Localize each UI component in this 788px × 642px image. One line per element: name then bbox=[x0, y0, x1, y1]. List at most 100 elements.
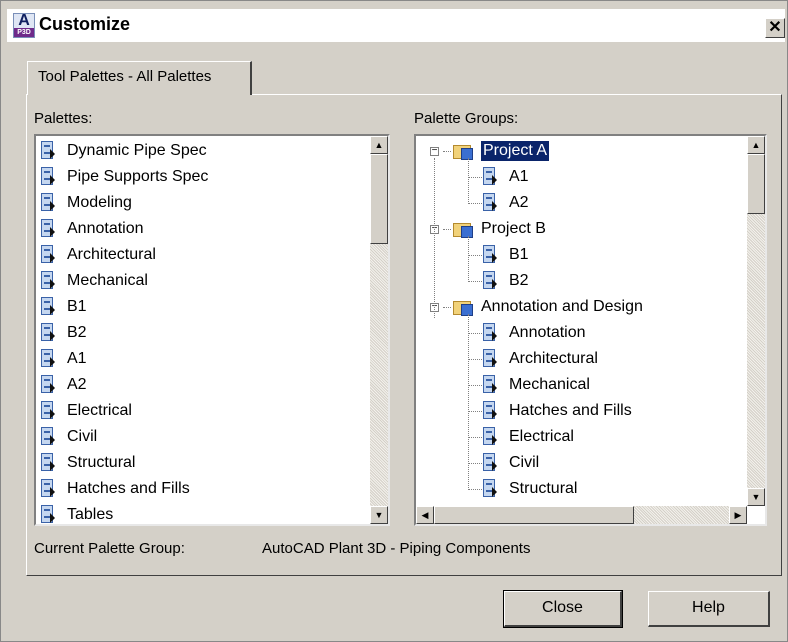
scroll-down-icon[interactable]: ▼ bbox=[370, 506, 388, 524]
palette-group-folder-icon bbox=[453, 220, 475, 238]
palette-list-item[interactable]: A2 bbox=[40, 372, 87, 398]
tool-palette-icon bbox=[40, 192, 60, 214]
item-label: Structural bbox=[509, 480, 578, 497]
palette-group-child[interactable]: Annotation bbox=[482, 320, 586, 346]
scroll-thumb[interactable] bbox=[747, 154, 765, 214]
scroll-left-icon[interactable]: ◀ bbox=[416, 506, 434, 524]
item-label: B2 bbox=[67, 324, 87, 341]
palette-group-node[interactable]: − Annotation and Design bbox=[430, 294, 643, 320]
item-label: A2 bbox=[67, 376, 87, 393]
current-group-label: Current Palette Group: bbox=[34, 540, 185, 557]
tree-connector bbox=[468, 411, 482, 412]
tool-palette-icon bbox=[482, 452, 502, 474]
window-title: Customize bbox=[39, 14, 131, 34]
palette-groups-label: Palette Groups: bbox=[414, 110, 519, 127]
palette-group-folder-icon bbox=[453, 142, 475, 160]
tool-palette-icon bbox=[482, 322, 502, 344]
tool-palette-icon bbox=[40, 296, 60, 318]
palette-group-child[interactable]: Hatches and Fills bbox=[482, 398, 632, 424]
palette-list-item[interactable]: Annotation bbox=[40, 216, 144, 242]
item-label: Pipe Supports Spec bbox=[67, 168, 209, 185]
tree-connector bbox=[468, 281, 482, 282]
palette-groups-tree[interactable]: − Project A A1 A2 − Project B B1 B2 − Annotation … bbox=[414, 134, 767, 526]
item-label: Structural bbox=[67, 454, 136, 471]
tree-connector bbox=[468, 255, 482, 256]
item-label: Mechanical bbox=[67, 272, 148, 289]
tool-palette-icon bbox=[482, 426, 502, 448]
tree-connector bbox=[468, 463, 482, 464]
palette-list-item[interactable]: Modeling bbox=[40, 190, 132, 216]
palette-list-item[interactable]: Mechanical bbox=[40, 268, 148, 294]
scroll-up-icon[interactable]: ▲ bbox=[747, 136, 765, 154]
tool-palette-icon bbox=[482, 270, 502, 292]
tool-palette-icon bbox=[40, 374, 60, 396]
item-label: Hatches and Fills bbox=[509, 402, 632, 419]
palette-list-item[interactable]: Civil bbox=[40, 424, 97, 450]
palette-list-item[interactable]: Architectural bbox=[40, 242, 156, 268]
palette-list-item[interactable]: Hatches and Fills bbox=[40, 476, 190, 502]
palette-group-child[interactable]: Structural bbox=[482, 476, 577, 502]
palette-list-item[interactable]: Electrical bbox=[40, 398, 132, 424]
palette-group-child[interactable]: Electrical bbox=[482, 424, 574, 450]
item-label: A1 bbox=[509, 168, 529, 185]
tool-palette-icon bbox=[482, 244, 502, 266]
groups-vertical-scrollbar[interactable]: ▲ ▼ bbox=[747, 136, 765, 506]
tool-palette-icon bbox=[482, 374, 502, 396]
item-label: Annotation and Design bbox=[481, 298, 643, 315]
tree-connector bbox=[468, 437, 482, 438]
palette-group-child[interactable]: Architectural bbox=[482, 346, 598, 372]
palette-list-item[interactable]: A1 bbox=[40, 346, 87, 372]
item-label: Annotation bbox=[67, 220, 144, 237]
palette-group-child[interactable]: Civil bbox=[482, 450, 539, 476]
tool-palette-icon bbox=[40, 504, 60, 524]
palette-list-item[interactable]: B2 bbox=[40, 320, 87, 346]
close-button[interactable]: Close bbox=[503, 590, 623, 628]
tree-connector bbox=[468, 385, 482, 386]
palette-list-item[interactable]: Pipe Supports Spec bbox=[40, 164, 208, 190]
item-label: Civil bbox=[509, 454, 540, 471]
scroll-down-icon[interactable]: ▼ bbox=[747, 488, 765, 506]
tool-palette-icon bbox=[40, 218, 60, 240]
item-label: Electrical bbox=[509, 428, 574, 445]
scroll-up-icon[interactable]: ▲ bbox=[370, 136, 388, 154]
customize-dialog: A P3D Customize ✕ Tool Palettes - All Pa… bbox=[0, 0, 788, 642]
tree-connector bbox=[468, 489, 482, 490]
palette-group-child[interactable]: A2 bbox=[482, 190, 529, 216]
palettes-list[interactable]: Dynamic Pipe Spec Pipe Supports Spec Model… bbox=[34, 134, 390, 526]
palette-group-child[interactable]: B2 bbox=[482, 268, 529, 294]
palette-group-folder-icon bbox=[453, 298, 475, 316]
palette-group-child[interactable]: A1 bbox=[482, 164, 529, 190]
close-window-button[interactable]: ✕ bbox=[765, 18, 785, 38]
palettes-vertical-scrollbar[interactable]: ▲ ▼ bbox=[370, 136, 388, 524]
palette-list-item[interactable]: B1 bbox=[40, 294, 87, 320]
tool-palette-icon bbox=[40, 166, 60, 188]
title-bar: A P3D Customize ✕ bbox=[7, 9, 785, 42]
scroll-right-icon[interactable]: ▶ bbox=[729, 506, 747, 524]
tool-palette-icon bbox=[40, 478, 60, 500]
item-label: Project A bbox=[481, 141, 550, 161]
scroll-thumb[interactable] bbox=[370, 154, 388, 244]
tool-palette-icon bbox=[40, 452, 60, 474]
item-label: Architectural bbox=[509, 350, 598, 367]
tab-tool-palettes[interactable]: Tool Palettes - All Palettes bbox=[27, 61, 252, 95]
palette-group-node[interactable]: − Project A bbox=[430, 138, 550, 164]
palette-group-child[interactable]: B1 bbox=[482, 242, 529, 268]
scroll-thumb[interactable] bbox=[434, 506, 634, 524]
item-label: Mechanical bbox=[509, 376, 590, 393]
item-label: Annotation bbox=[509, 324, 586, 341]
tool-palette-icon bbox=[482, 400, 502, 422]
palette-list-item[interactable]: Structural bbox=[40, 450, 135, 476]
palette-list-item[interactable]: Dynamic Pipe Spec bbox=[40, 138, 207, 164]
tree-connector bbox=[468, 333, 482, 334]
item-label: Modeling bbox=[67, 194, 132, 211]
groups-horizontal-scrollbar[interactable]: ◀ ▶ bbox=[416, 506, 747, 524]
palette-group-child[interactable]: Mechanical bbox=[482, 372, 590, 398]
tree-connector bbox=[434, 158, 435, 318]
current-group-value: AutoCAD Plant 3D - Piping Components bbox=[262, 540, 531, 557]
item-label: Architectural bbox=[67, 246, 156, 263]
collapse-icon[interactable]: − bbox=[430, 145, 439, 156]
tree-connector bbox=[468, 359, 482, 360]
palette-list-item[interactable]: Tables bbox=[40, 502, 113, 524]
help-button[interactable]: Help bbox=[648, 591, 770, 627]
palette-group-node[interactable]: − Project B bbox=[430, 216, 546, 242]
